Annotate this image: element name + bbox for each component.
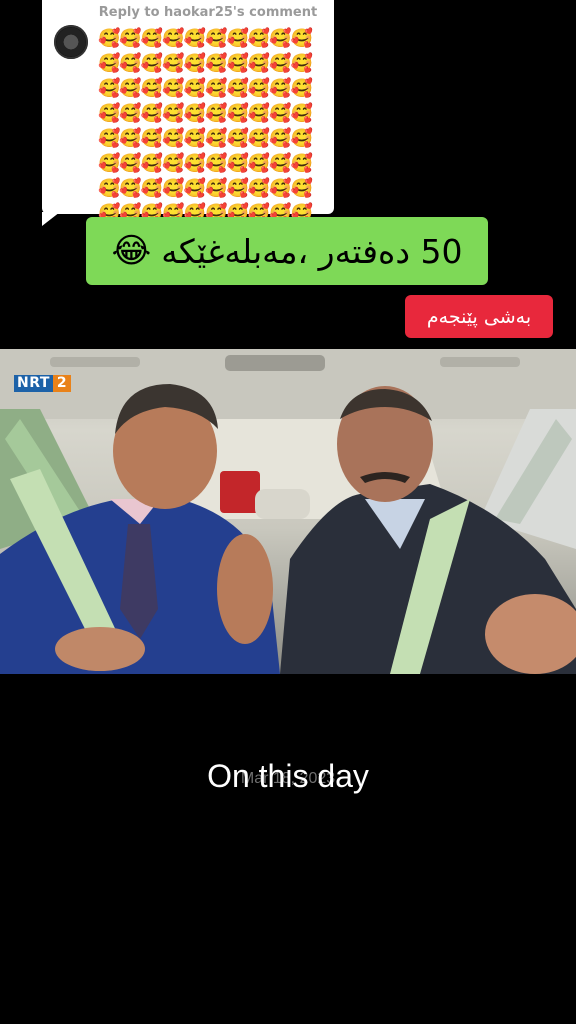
on-this-day-caption: On this day: [207, 758, 369, 794]
part-label-badge: بەشی پێنجەم: [405, 295, 553, 338]
reply-title: Reply to haokar25's comment: [98, 5, 318, 20]
reply-card-tail: [42, 212, 60, 226]
title-banner-text: 50 دەفتەر ،مەبلەغێکە: [161, 231, 463, 271]
video-frame[interactable]: NRT 2: [0, 349, 576, 674]
channel-logo: NRT 2: [14, 375, 72, 392]
title-banner: 😂 50 دەفتەر ،مەبلەغێکە: [86, 217, 488, 285]
channel-logo-number: 2: [52, 375, 72, 392]
laughing-emoji-icon: 😂: [111, 231, 152, 271]
channel-logo-name: NRT: [14, 375, 53, 392]
reply-comment-card[interactable]: Reply to haokar25's comment 🥰🥰🥰🥰🥰🥰🥰🥰🥰🥰🥰🥰…: [42, 0, 334, 249]
video-scene-illustration: [0, 349, 576, 674]
avatar[interactable]: [54, 25, 88, 59]
